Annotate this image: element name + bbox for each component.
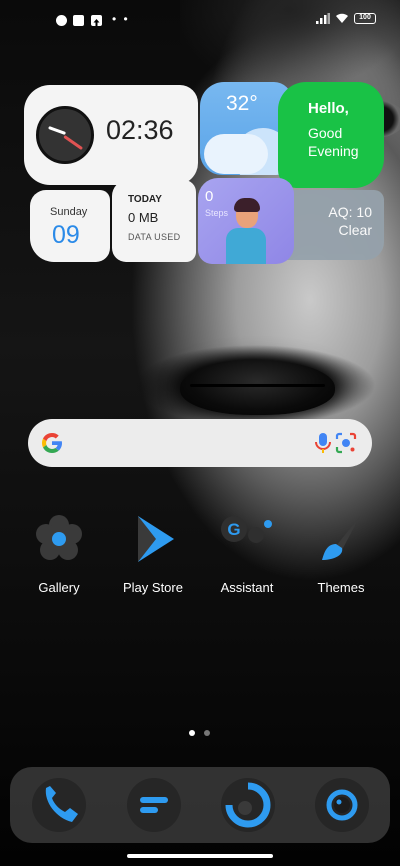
app-label: Play Store <box>123 580 183 595</box>
day-name: Sunday <box>50 206 88 218</box>
minute-hand <box>63 135 84 151</box>
browser-icon[interactable] <box>221 778 275 832</box>
signal-icon <box>316 13 330 24</box>
steps-widget[interactable]: 0 Steps <box>198 178 294 264</box>
air-quality-value: AQ: 10 <box>328 204 372 220</box>
runner-hair <box>234 198 260 212</box>
dock <box>10 767 390 843</box>
steps-count: 0 <box>205 188 214 205</box>
cloud-icon <box>204 134 268 174</box>
analog-clock-icon <box>36 106 94 164</box>
phone-icon[interactable] <box>32 778 86 832</box>
battery-indicator: 100 <box>354 13 376 24</box>
data-usage-value: 0 MB <box>128 210 159 225</box>
themes-icon <box>322 516 360 560</box>
app-gallery[interactable]: Gallery <box>14 512 104 595</box>
svg-text:G: G <box>227 520 240 539</box>
greeting-title: Hello, <box>308 100 349 117</box>
play-store-icon <box>138 516 174 562</box>
camera-icon[interactable] <box>315 778 369 832</box>
lens-icon[interactable] <box>334 431 358 455</box>
app-play-store[interactable]: Play Store <box>108 512 198 595</box>
app-label: Gallery <box>38 580 80 595</box>
greeting-subtitle: Good Evening <box>308 125 359 159</box>
app-themes[interactable]: Themes <box>296 512 386 595</box>
google-search-bar[interactable] <box>28 419 372 467</box>
clock-widget[interactable]: 02:36 <box>24 85 198 185</box>
assistant-icon: G <box>221 516 272 543</box>
hour-hand <box>48 126 67 135</box>
page-indicator[interactable] <box>189 730 210 736</box>
messages-icon[interactable] <box>127 778 181 832</box>
status-bar: • • 100 <box>0 0 400 44</box>
google-icon <box>42 433 62 453</box>
page-dot[interactable] <box>204 730 210 736</box>
gallery-icon <box>36 515 82 560</box>
data-usage-caption: DATA USED <box>128 232 181 242</box>
data-usage-widget[interactable]: TODAY 0 MB DATA USED <box>112 180 196 262</box>
page-dot-active[interactable] <box>189 730 195 736</box>
app-notification-icon <box>56 15 67 26</box>
temperature: 32° <box>226 92 258 115</box>
date-number: 09 <box>52 221 80 249</box>
mic-icon[interactable] <box>314 431 332 455</box>
digital-time: 02:36 <box>106 115 174 145</box>
app-label: Themes <box>317 580 365 595</box>
status-right: 100 <box>316 13 376 24</box>
air-quality-status: Clear <box>338 222 372 238</box>
wifi-icon <box>336 13 348 23</box>
home-indicator[interactable] <box>127 854 273 858</box>
data-usage-label: TODAY <box>128 194 162 205</box>
steps-label: Steps <box>205 208 229 218</box>
greeting-widget[interactable]: Hello, Good Evening <box>278 82 384 188</box>
app-label: Assistant <box>220 580 274 595</box>
status-dots: • • <box>112 12 130 26</box>
runner-illustration <box>226 228 266 264</box>
app-assistant[interactable]: G Assistant <box>202 512 292 595</box>
date-widget[interactable]: Sunday 09 <box>30 190 110 262</box>
upload-notification-icon <box>91 15 102 26</box>
square-notification-icon <box>73 15 84 26</box>
wallpaper-lips <box>180 360 335 415</box>
